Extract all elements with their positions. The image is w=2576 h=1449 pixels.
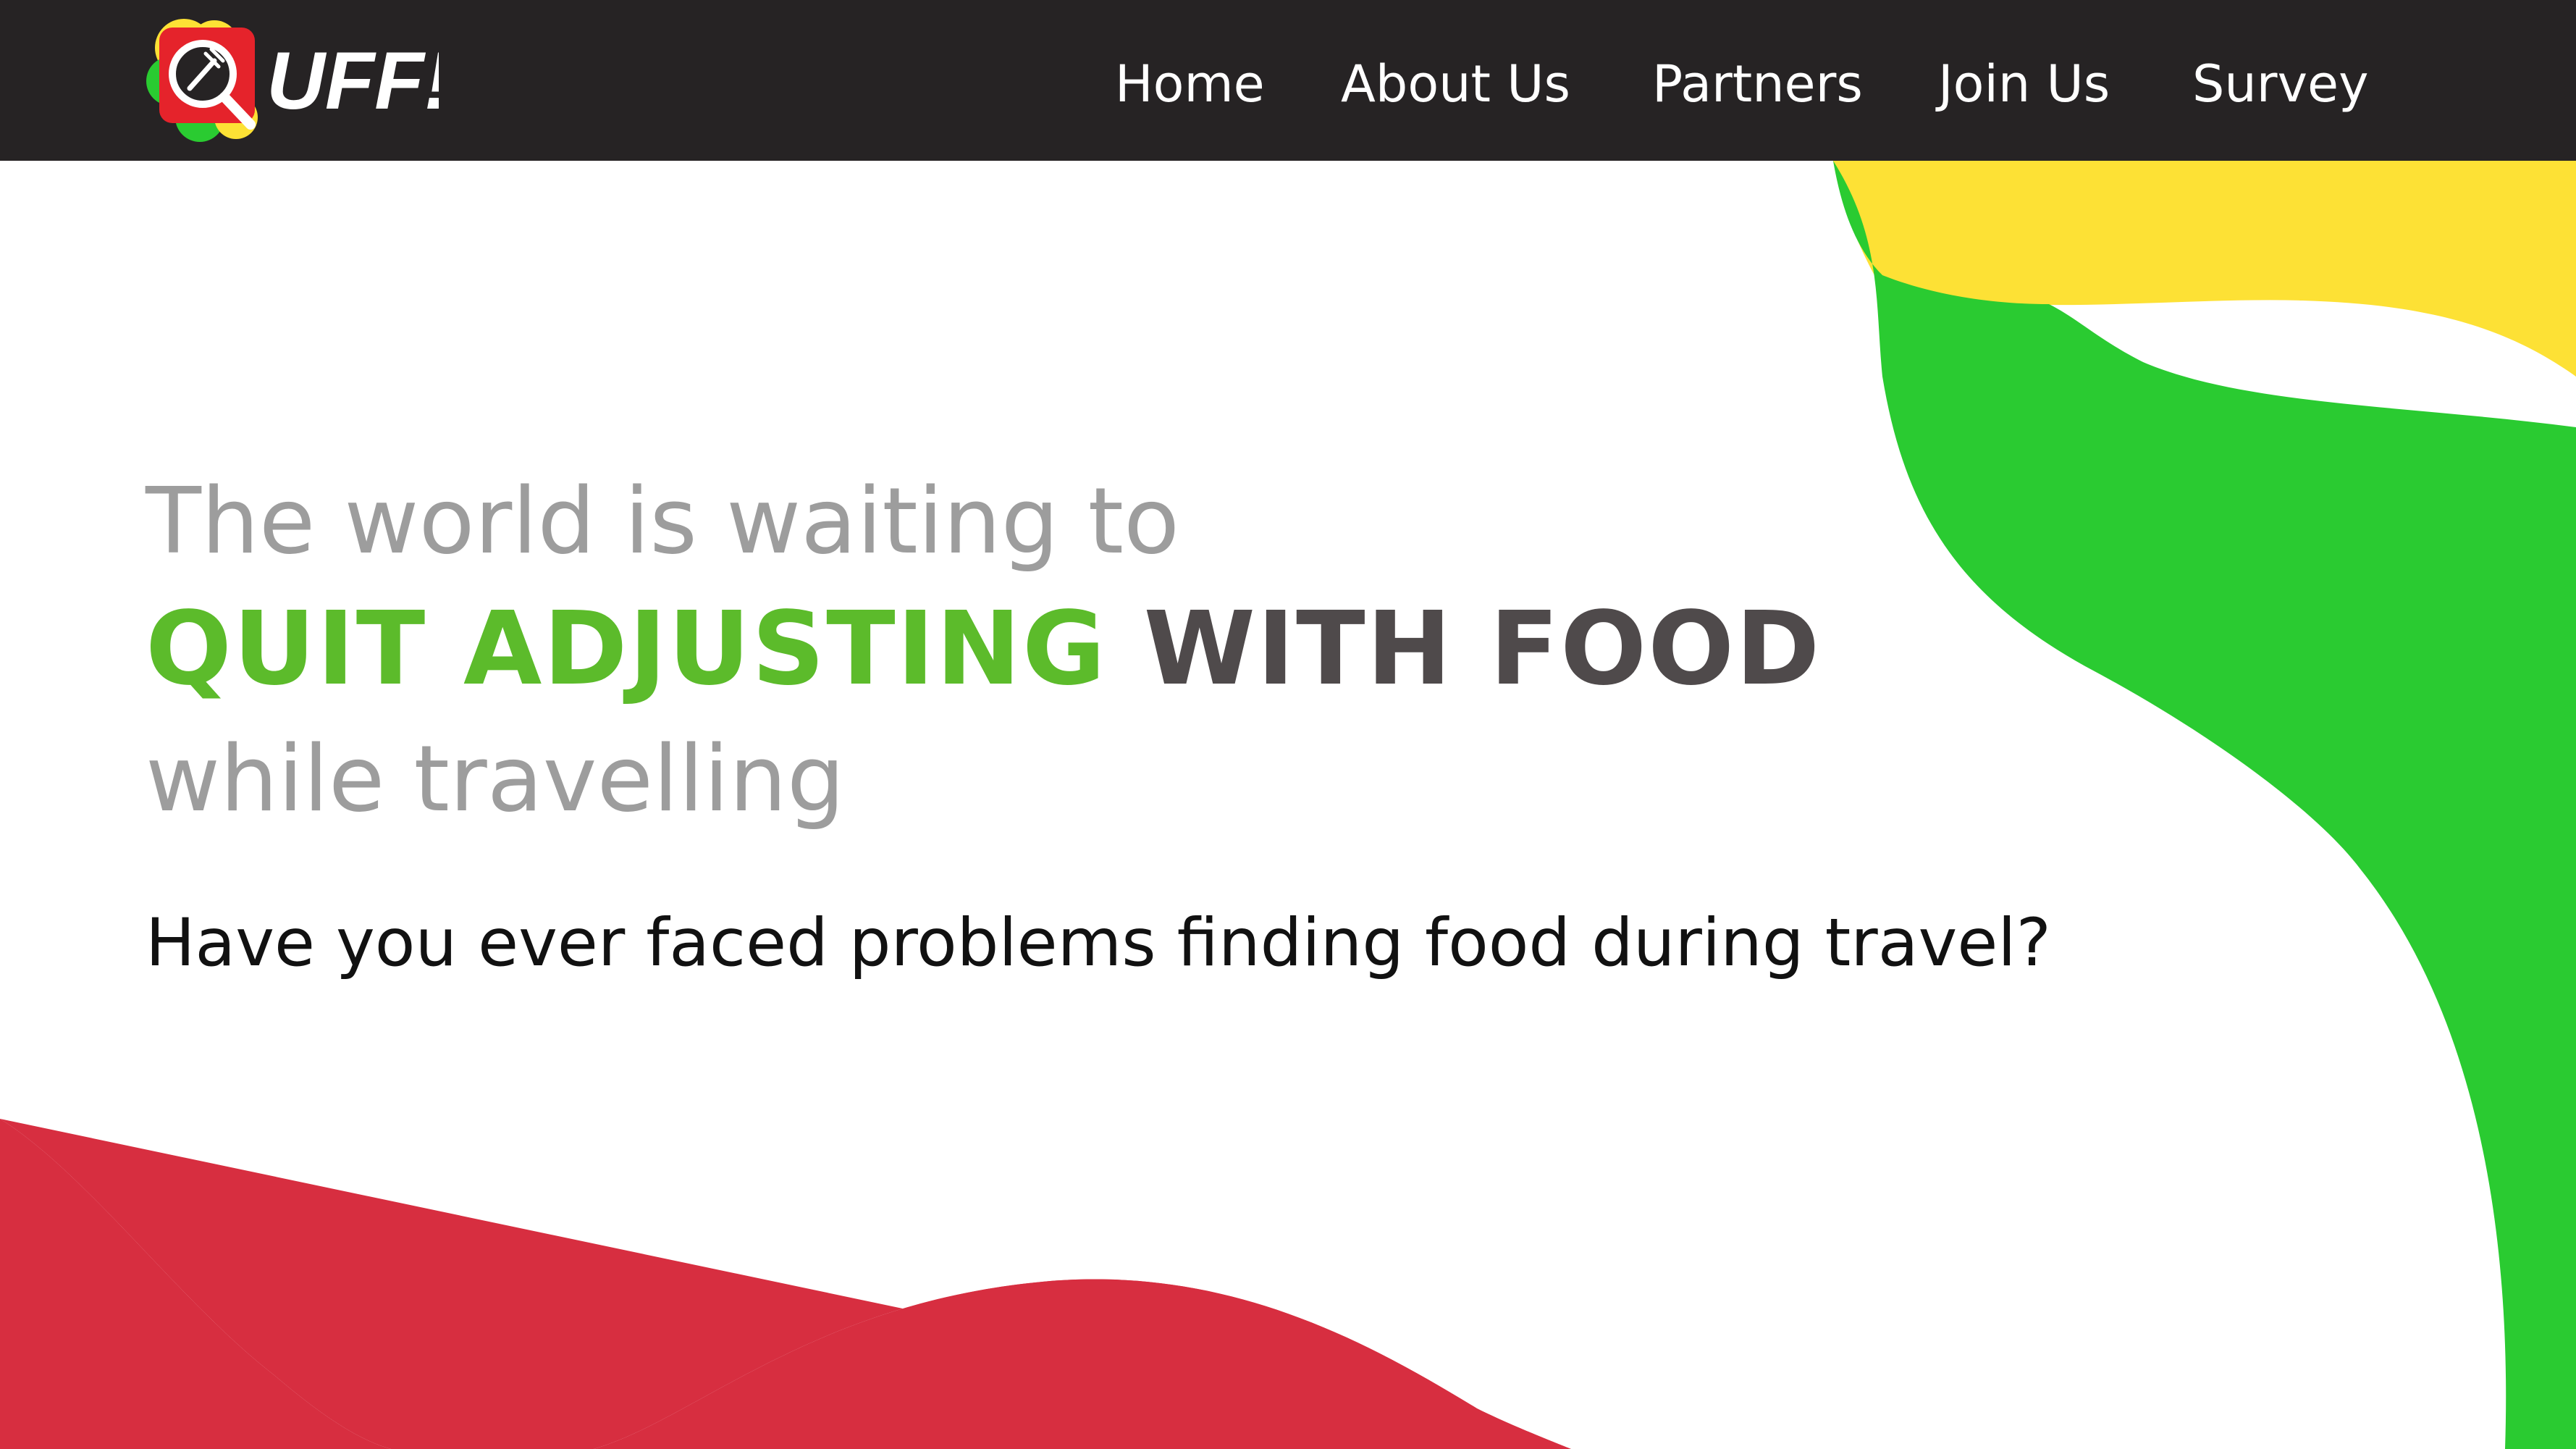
nav-partners-link[interactable]: Partners <box>1652 54 1863 114</box>
brand-logo[interactable]: UFF! <box>142 16 439 146</box>
hero-emphasis: WITH FOOD <box>1143 590 1822 708</box>
nav-about-link[interactable]: About Us <box>1341 54 1570 114</box>
nav-join-link[interactable]: Join Us <box>1938 54 2110 114</box>
hero-highlight: QUIT ADJUSTING <box>146 590 1107 708</box>
nav-home-link[interactable]: Home <box>1115 54 1265 114</box>
top-navbar: UFF! Home About Us Partners Join Us Surv… <box>0 0 2576 161</box>
hero-line-3: while travelling <box>146 726 845 832</box>
search-fork-icon: UFF! <box>146 19 439 142</box>
hero-line-2: QUIT ADJUSTING WITH FOOD <box>146 588 1821 711</box>
logo-wordmark: UFF! <box>266 35 439 126</box>
hero-question: Have you ever faced problems finding foo… <box>146 905 2051 981</box>
nav-survey-link[interactable]: Survey <box>2192 54 2369 114</box>
green-blob <box>1833 161 2576 1449</box>
hero-line-1: The world is waiting to <box>146 468 1180 574</box>
